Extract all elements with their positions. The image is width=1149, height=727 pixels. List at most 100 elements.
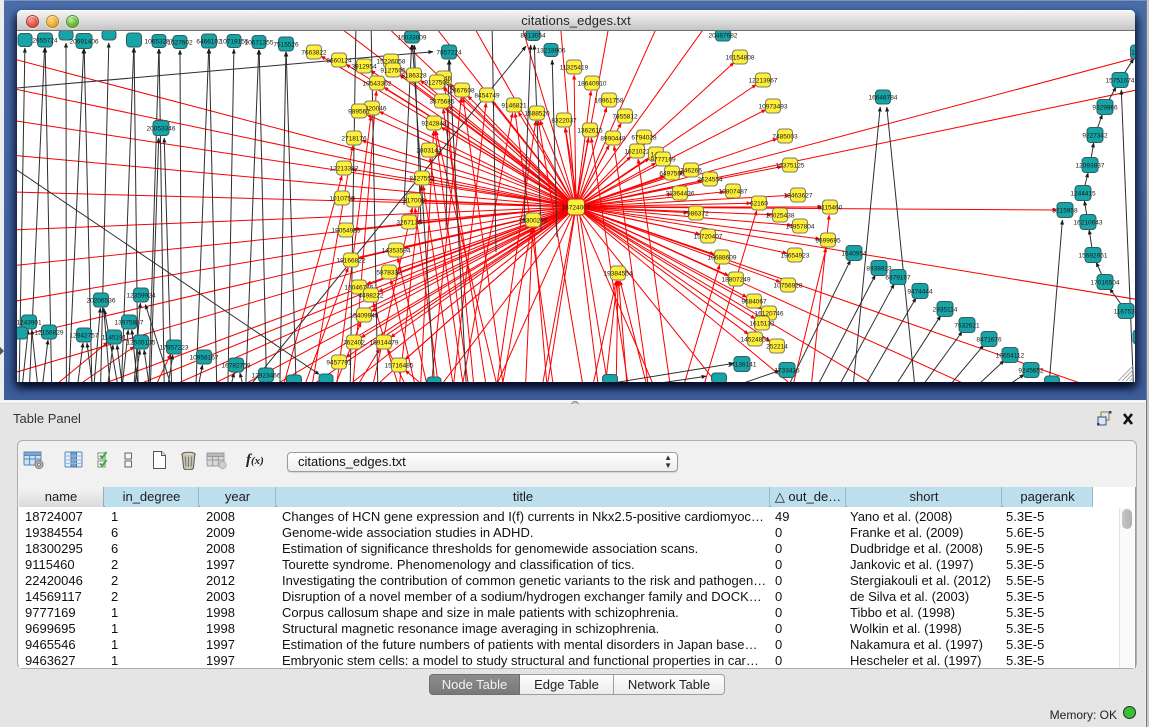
svg-text:1621022: 1621022 [624, 149, 650, 156]
svg-text:1527602: 1527602 [167, 40, 193, 47]
svg-text:9242848: 9242848 [421, 121, 447, 128]
svg-text:20487682: 20487682 [709, 33, 738, 40]
svg-text:15716485: 15716485 [385, 363, 414, 370]
svg-text:8322037: 8322037 [551, 118, 577, 125]
svg-text:16033809: 16033809 [398, 35, 427, 42]
svg-text:1362615: 1362615 [577, 128, 603, 135]
svg-text:8186328: 8186328 [401, 73, 427, 80]
svg-text:12359924: 12359924 [127, 293, 156, 300]
svg-text:16210643: 16210643 [1074, 220, 1103, 227]
svg-text:13218906: 13218906 [537, 48, 566, 55]
svg-text:8990448: 8990448 [600, 136, 626, 143]
svg-text:14136141: 14136141 [728, 362, 757, 369]
svg-text:11325419: 11325419 [560, 65, 589, 72]
svg-text:19166822: 19166822 [337, 258, 366, 265]
svg-text:19654923: 19654923 [781, 253, 810, 260]
svg-text:12093837: 12093837 [1076, 163, 1105, 170]
svg-text:9127508: 9127508 [424, 80, 450, 87]
svg-text:10973493: 10973493 [759, 104, 788, 111]
svg-text:2718176: 2718176 [341, 136, 367, 143]
svg-text:9699695: 9699695 [815, 238, 841, 245]
svg-text:9227342: 9227342 [1082, 133, 1108, 140]
svg-text:8471676: 8471676 [976, 337, 1002, 344]
svg-text:6466102: 6466102 [196, 39, 222, 46]
svg-text:16961758: 16961758 [595, 98, 624, 105]
svg-text:1145191: 1145191 [102, 335, 127, 342]
svg-text:5878332: 5878332 [376, 270, 402, 277]
svg-text:7485003: 7485003 [772, 134, 798, 141]
svg-text:10543362: 10543362 [363, 81, 392, 88]
svg-text:1615132: 1615132 [749, 321, 775, 328]
svg-text:6879197: 6879197 [885, 275, 911, 282]
svg-text:3624554: 3624554 [697, 177, 723, 184]
svg-text:10807487: 10807487 [719, 189, 748, 196]
svg-text:8938923: 8938923 [866, 266, 892, 273]
svg-text:4498222: 4498222 [358, 293, 384, 300]
svg-text:10025438: 10025438 [766, 213, 795, 220]
svg-text:18724007: 18724007 [562, 205, 591, 212]
svg-text:13975887: 13975887 [115, 320, 144, 327]
svg-text:12213382: 12213382 [330, 166, 359, 173]
svg-text:20691406: 20691406 [70, 39, 99, 46]
svg-text:9245652: 9245652 [1018, 368, 1044, 375]
svg-text:18807249: 18807249 [722, 277, 751, 284]
svg-text:9474444: 9474444 [907, 289, 933, 296]
svg-text:10671355: 10671355 [245, 40, 274, 47]
svg-text:6497568: 6497568 [659, 171, 685, 178]
svg-text:1243901: 1243901 [17, 320, 42, 327]
svg-text:10958167: 10958167 [190, 355, 219, 362]
svg-text:15692951: 15692951 [1079, 253, 1108, 260]
svg-text:7986372: 7986372 [683, 211, 709, 218]
svg-text:1588520: 1588520 [524, 111, 550, 118]
svg-text:1167533: 1167533 [1114, 309, 1135, 316]
svg-text:20206536: 20206536 [87, 298, 116, 305]
svg-text:7515526: 7515526 [273, 42, 299, 49]
svg-text:3875685: 3875685 [429, 99, 455, 106]
svg-text:3215958: 3215958 [1052, 208, 1078, 215]
svg-text:1112: 1112 [1131, 50, 1135, 57]
svg-text:2803144: 2803144 [416, 148, 442, 155]
svg-text:9684067: 9684067 [741, 299, 767, 306]
svg-text:7632621: 7632621 [954, 323, 980, 330]
svg-text:252214: 252214 [766, 344, 788, 351]
svg-text:9777169: 9777169 [650, 157, 676, 164]
svg-text:7663822: 7663822 [301, 50, 327, 57]
svg-text:1640954: 1640954 [841, 251, 867, 258]
svg-text:9329966: 9329966 [1092, 105, 1118, 112]
svg-text:3912954: 3912954 [351, 64, 377, 71]
svg-text:9115460: 9115460 [818, 205, 843, 212]
svg-text:14957804: 14957804 [786, 224, 815, 231]
svg-text:2935114: 2935114 [933, 307, 958, 314]
svg-text:12375125: 12375125 [776, 163, 805, 170]
svg-text:15751074: 15751074 [1106, 78, 1135, 85]
svg-text:12213967: 12213967 [749, 78, 778, 85]
svg-text:14353594: 14353594 [382, 248, 411, 255]
svg-text:762402: 762402 [343, 340, 365, 347]
svg-text:7955812: 7955812 [612, 114, 638, 121]
svg-text:10688609: 10688609 [708, 255, 737, 262]
svg-text:13463627: 13463627 [784, 193, 813, 200]
svg-text:15409948: 15409948 [350, 313, 379, 320]
svg-text:17016504: 17016504 [1091, 280, 1120, 287]
svg-text:3660124: 3660124 [326, 58, 352, 65]
svg-text:18300295: 18300295 [519, 218, 548, 225]
svg-text:2867608: 2867608 [449, 88, 475, 95]
svg-text:9457791: 9457791 [326, 360, 352, 367]
svg-text:10756928: 10756928 [774, 283, 803, 290]
svg-text:14524851: 14524851 [741, 337, 770, 344]
svg-text:19054985: 19054985 [332, 228, 361, 235]
svg-text:12923466: 12923466 [252, 373, 281, 380]
svg-text:8454749: 8454749 [474, 93, 500, 100]
svg-text:1733426: 1733426 [774, 368, 800, 375]
svg-text:9146821: 9146821 [501, 103, 527, 110]
svg-text:8427552: 8427552 [409, 176, 435, 183]
svg-text:7857224: 7857224 [436, 50, 462, 57]
svg-text:62160: 62160 [750, 201, 768, 208]
svg-text:20053346: 20053346 [147, 126, 176, 133]
svg-text:1010753: 1010753 [329, 196, 355, 203]
svg-text:3267130: 3267130 [396, 220, 422, 227]
svg-text:12505135: 12505135 [127, 340, 156, 347]
svg-text:16914479: 16914479 [370, 340, 399, 347]
svg-text:12942757: 12942757 [70, 333, 99, 340]
svg-text:12156829: 12156829 [35, 330, 64, 337]
